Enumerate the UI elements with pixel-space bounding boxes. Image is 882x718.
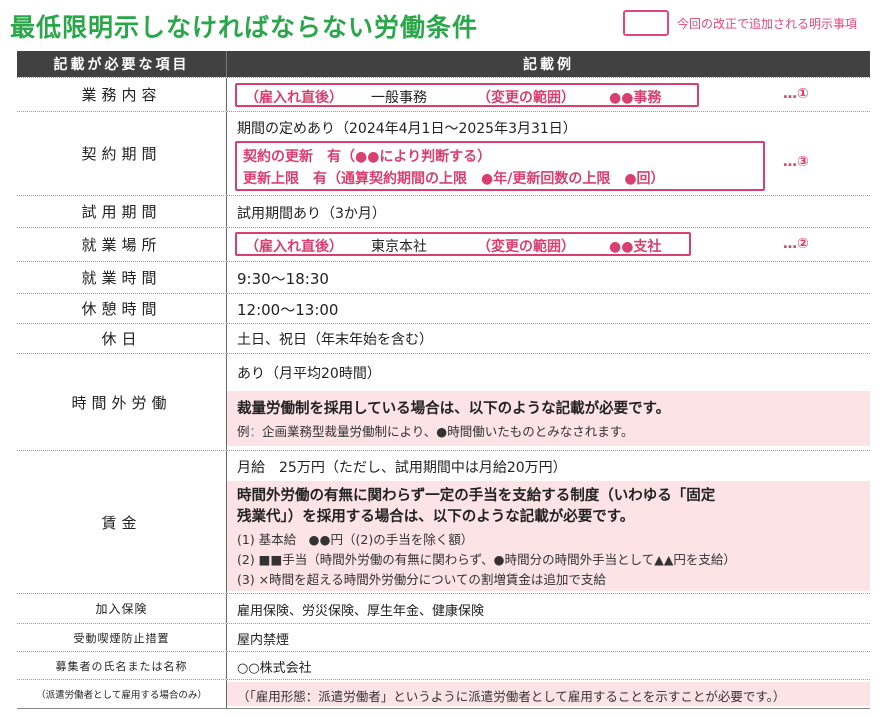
row-chingin: 賃金 月給 25万円（ただし、試用期間中は月給20万円） 時間外労働の有無に関わ… <box>17 450 870 593</box>
row-jikangai: 時間外労働 あり（月平均20時間） 裁量労働制を採用している場合は、以下のような… <box>17 353 870 450</box>
conditional-note: 裁量労働制を採用している場合は、以下のような記載が必要です。 例：企画業務型裁量… <box>227 391 870 446</box>
row-value: 9:30～18:30 <box>237 270 329 288</box>
row-haken: （派遣労働者として雇用する場合のみ） （「雇用形態：派遣労働者」というように派遣… <box>17 679 870 708</box>
row-label: 賃金 <box>17 451 227 593</box>
row-gyomu: 業務内容 （雇入れ直後） 一般事務 （変更の範囲） ●●事務 …① <box>17 77 870 111</box>
row-label: 時間外労働 <box>17 354 227 450</box>
amended-box: （雇入れ直後） 東京本社 （変更の範囲） ●●支社 <box>235 232 691 256</box>
row-label: 休日 <box>17 324 227 353</box>
conditional-note: （「雇用形態：派遣労働者」というように派遣労働者として雇用することを示すことが必… <box>227 682 870 706</box>
row-boshusha: 募集者の氏名または名称 ○○株式会社 <box>17 651 870 679</box>
legend-swatch <box>623 10 669 36</box>
row-label: 受動喫煙防止措置 <box>17 624 227 651</box>
row-value: 土日、祝日（年末年始を含む） <box>237 332 433 348</box>
row-label: 業務内容 <box>17 78 227 111</box>
row-value: 屋内禁煙 <box>237 633 290 648</box>
row-keiyaku: 契約期間 期間の定めあり（2024年4月1日～2025年3月31日） 契約の更新… <box>17 111 870 195</box>
note-3: …③ <box>783 154 809 170</box>
header-example: 記載例 <box>523 57 574 73</box>
row-label: 募集者の氏名または名称 <box>17 652 227 679</box>
note-2: …② <box>783 236 809 252</box>
row-basho: 就業場所 （雇入れ直後） 東京本社 （変更の範囲） ●●支社 …② <box>17 227 870 261</box>
row-shiyo: 試用期間 試用期間あり（3か月） <box>17 195 870 227</box>
row-value: 12:00～13:00 <box>237 301 339 319</box>
row-label: 加入保険 <box>17 594 227 623</box>
row-value: 雇用保険、労災保険、厚生年金、健康保険 <box>237 604 485 619</box>
row-label: 試用期間 <box>17 196 227 227</box>
amended-box: （雇入れ直後） 一般事務 （変更の範囲） ●●事務 <box>235 83 699 107</box>
conditional-note: 時間外労働の有無に関わらず一定の手当を支給する制度（いわゆる「固定 残業代」）を… <box>227 481 870 591</box>
row-value: 月給 25万円（ただし、試用期間中は月給20万円） <box>237 460 567 476</box>
row-kitsuen: 受動喫煙防止措置 屋内禁煙 <box>17 623 870 651</box>
row-label: 契約期間 <box>17 112 227 195</box>
row-kyujitsu: 休日 土日、祝日（年末年始を含む） <box>17 323 870 353</box>
row-kanyu: 加入保険 雇用保険、労災保険、厚生年金、健康保険 <box>17 593 870 623</box>
row-value: 試用期間あり（3か月） <box>237 206 386 222</box>
row-value: ○○株式会社 <box>237 661 312 676</box>
note-1: …① <box>783 86 809 102</box>
header-item: 記載が必要な項目 <box>17 51 227 77</box>
row-label: 就業場所 <box>17 228 227 261</box>
legend: 今回の改正で追加される明示事項 <box>623 10 857 36</box>
row-label: 休憩時間 <box>17 294 227 323</box>
amended-box: 契約の更新 有（●●により判断する） 更新上限 有（通算契約期間の上限 ●年/更… <box>235 141 765 191</box>
page-title: 最低限明示しなければならない労働条件 <box>10 13 479 42</box>
row-value: あり（月平均20時間） <box>237 366 381 382</box>
table-header: 記載が必要な項目 記載例 <box>17 51 870 77</box>
row-label: 就業時間 <box>17 262 227 293</box>
contract-period-text: 期間の定めあり（2024年4月1日～2025年3月31日） <box>237 121 577 137</box>
conditions-table: 記載が必要な項目 記載例 業務内容 （雇入れ直後） 一般事務 （変更の範囲） ●… <box>17 51 870 709</box>
row-jikan: 就業時間 9:30～18:30 <box>17 261 870 293</box>
legend-label: 今回の改正で追加される明示事項 <box>677 16 858 31</box>
row-kyukei: 休憩時間 12:00～13:00 <box>17 293 870 323</box>
row-label: （派遣労働者として雇用する場合のみ） <box>17 680 227 708</box>
